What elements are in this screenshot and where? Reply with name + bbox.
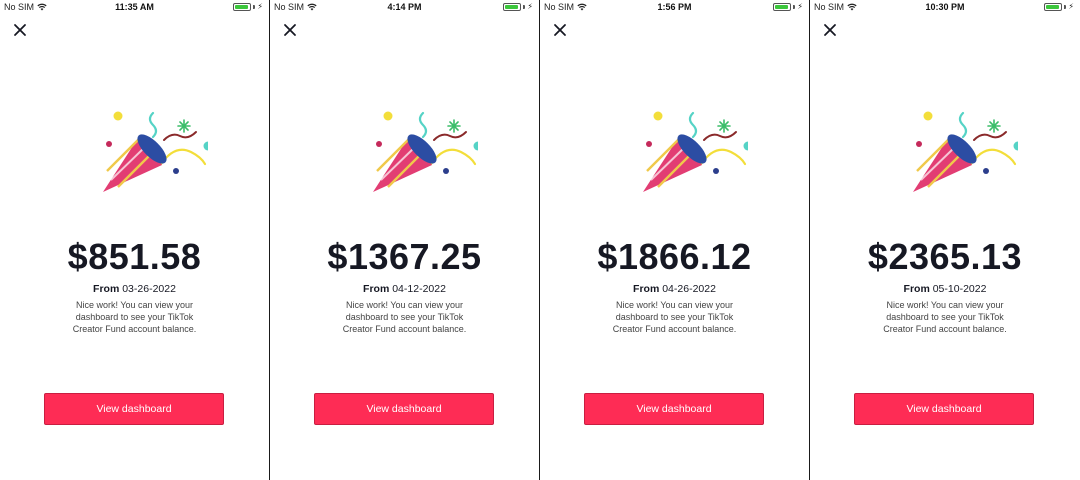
view-dashboard-button[interactable]: View dashboard bbox=[44, 393, 224, 425]
party-popper-icon bbox=[103, 111, 208, 192]
phone-screen: No SIM 11:35 AM ⚡ $851.58 From 03-26-202… bbox=[0, 0, 270, 480]
clock: 11:35 AM bbox=[115, 2, 154, 12]
close-icon[interactable] bbox=[12, 22, 28, 38]
close-icon[interactable] bbox=[822, 22, 838, 38]
from-date: 03-26-2022 bbox=[122, 283, 176, 295]
payout-amount: $1367.25 bbox=[327, 236, 482, 277]
payout-amount: $1866.12 bbox=[597, 236, 752, 277]
payout-amount: $851.58 bbox=[67, 236, 202, 277]
status-bar: No SIM 11:35 AM ⚡ bbox=[0, 0, 269, 16]
battery-indicator: ⚡ bbox=[503, 3, 533, 11]
close-icon[interactable] bbox=[552, 22, 568, 38]
charging-icon: ⚡ bbox=[527, 2, 533, 11]
charging-icon: ⚡ bbox=[797, 2, 803, 11]
clock: 1:56 PM bbox=[657, 2, 692, 12]
from-date: 04-26-2022 bbox=[662, 283, 716, 295]
battery-indicator: ⚡ bbox=[1044, 3, 1074, 11]
payout-amount: $2365.13 bbox=[867, 236, 1023, 277]
battery-icon bbox=[233, 3, 252, 11]
battery-indicator: ⚡ bbox=[773, 3, 803, 11]
view-dashboard-button[interactable]: View dashboard bbox=[314, 393, 494, 425]
info-message: Nice work! You can view your dashboard t… bbox=[883, 300, 1007, 334]
view-dashboard-button[interactable]: View dashboard bbox=[584, 393, 764, 425]
from-label: From bbox=[633, 283, 660, 295]
battery-icon bbox=[503, 3, 522, 11]
from-date: 05-10-2022 bbox=[932, 283, 987, 295]
charging-icon: ⚡ bbox=[257, 2, 263, 11]
party-popper-icon bbox=[643, 111, 748, 192]
status-bar: No SIM 1:56 PM ⚡ bbox=[540, 0, 809, 16]
info-message: Nice work! You can view your dashboard t… bbox=[72, 300, 197, 334]
payout-date-line: From 03-26-2022 bbox=[0, 283, 269, 295]
payout-date-line: From 05-10-2022 bbox=[810, 283, 1080, 295]
charging-icon: ⚡ bbox=[1068, 2, 1074, 11]
info-message: Nice work! You can view your dashboard t… bbox=[342, 300, 467, 334]
party-popper-icon bbox=[913, 111, 1018, 192]
payout-date-line: From 04-26-2022 bbox=[540, 283, 809, 295]
phone-screen: No SIM 4:14 PM ⚡ $1367.25 From 04-12-202… bbox=[270, 0, 540, 480]
phone-screen: No SIM 1:56 PM ⚡ $1866.12 From 04-26-202… bbox=[540, 0, 810, 480]
from-label: From bbox=[363, 283, 390, 295]
from-date: 04-12-2022 bbox=[392, 283, 446, 295]
from-label: From bbox=[903, 283, 930, 295]
from-label: From bbox=[93, 283, 120, 295]
view-dashboard-button[interactable]: View dashboard bbox=[854, 393, 1034, 425]
status-bar: No SIM 10:30 PM ⚡ bbox=[810, 0, 1080, 16]
payout-date-line: From 04-12-2022 bbox=[270, 283, 539, 295]
screenshot-strip: No SIM 11:35 AM ⚡ $851.58 From 03-26-202… bbox=[0, 0, 1080, 480]
info-message: Nice work! You can view your dashboard t… bbox=[612, 300, 737, 334]
battery-icon bbox=[773, 3, 792, 11]
close-icon[interactable] bbox=[282, 22, 298, 38]
clock: 10:30 PM bbox=[925, 2, 965, 12]
battery-indicator: ⚡ bbox=[233, 3, 263, 11]
phone-screen: No SIM 10:30 PM ⚡ $2365.13 From 05-10-20… bbox=[810, 0, 1080, 480]
party-popper-icon bbox=[373, 111, 478, 192]
status-bar: No SIM 4:14 PM ⚡ bbox=[270, 0, 539, 16]
battery-icon bbox=[1044, 3, 1063, 11]
clock: 4:14 PM bbox=[387, 2, 422, 12]
